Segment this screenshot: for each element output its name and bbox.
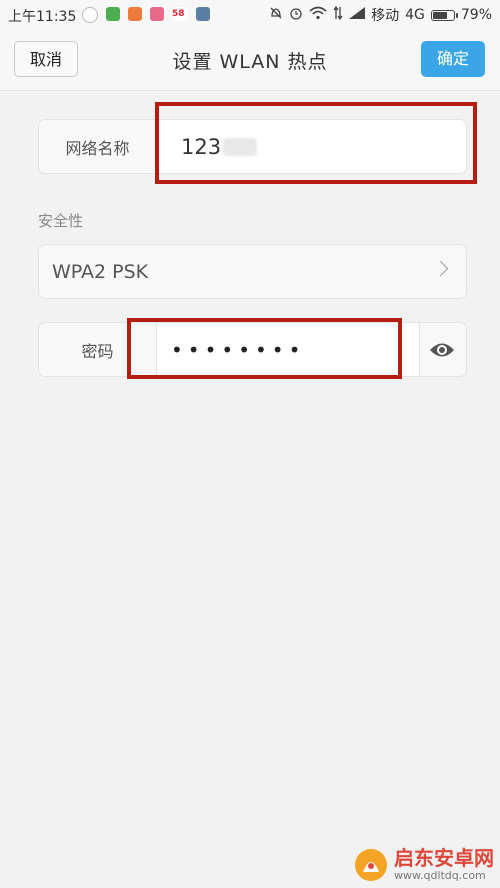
watermark-logo-icon <box>355 848 387 881</box>
carrier-label: 移动 <box>371 8 400 24</box>
battery-icon <box>430 9 458 21</box>
security-select[interactable]: WPA2 PSK <box>38 244 467 299</box>
network-label: 4G <box>405 7 425 23</box>
signal-icon <box>349 7 366 23</box>
alarm-icon <box>289 6 303 24</box>
confirm-button[interactable]: 确定 <box>421 41 485 77</box>
show-password-icon[interactable] <box>418 323 466 376</box>
data-arrows-icon <box>333 5 343 24</box>
watermark-brand: 启东安卓网 <box>394 846 494 870</box>
58-icon: 58 <box>172 7 188 21</box>
annotation-highlight-password <box>127 318 402 379</box>
moon-icon <box>82 7 98 23</box>
battery-level <box>432 11 448 19</box>
wifi-icon <box>309 6 327 24</box>
watermark: 启东安卓网 www.qdltdq.com <box>354 847 494 882</box>
app-icon <box>106 7 120 21</box>
app-icon <box>196 7 210 21</box>
battery-percent: 79% <box>460 7 492 23</box>
watermark-url: www.qdltdq.com <box>394 869 486 882</box>
status-right: 移动 4G 79% <box>269 5 492 25</box>
notification-icons: 58 <box>82 7 210 23</box>
status-bar: 上午11:35 58 移动 4G 79% <box>0 0 500 30</box>
security-section-label: 安全性 <box>38 212 84 230</box>
app-icon <box>150 7 164 21</box>
status-time: 上午11:35 <box>8 9 77 25</box>
mail-icon <box>128 7 142 21</box>
header: 取消 设置 WLAN 热点 确定 <box>0 30 500 91</box>
bell-off-icon <box>269 6 283 24</box>
chevron-right-icon <box>432 260 449 277</box>
network-name-label: 网络名称 <box>65 138 130 158</box>
security-value: WPA2 PSK <box>52 260 149 283</box>
annotation-highlight-network-name <box>155 102 477 184</box>
